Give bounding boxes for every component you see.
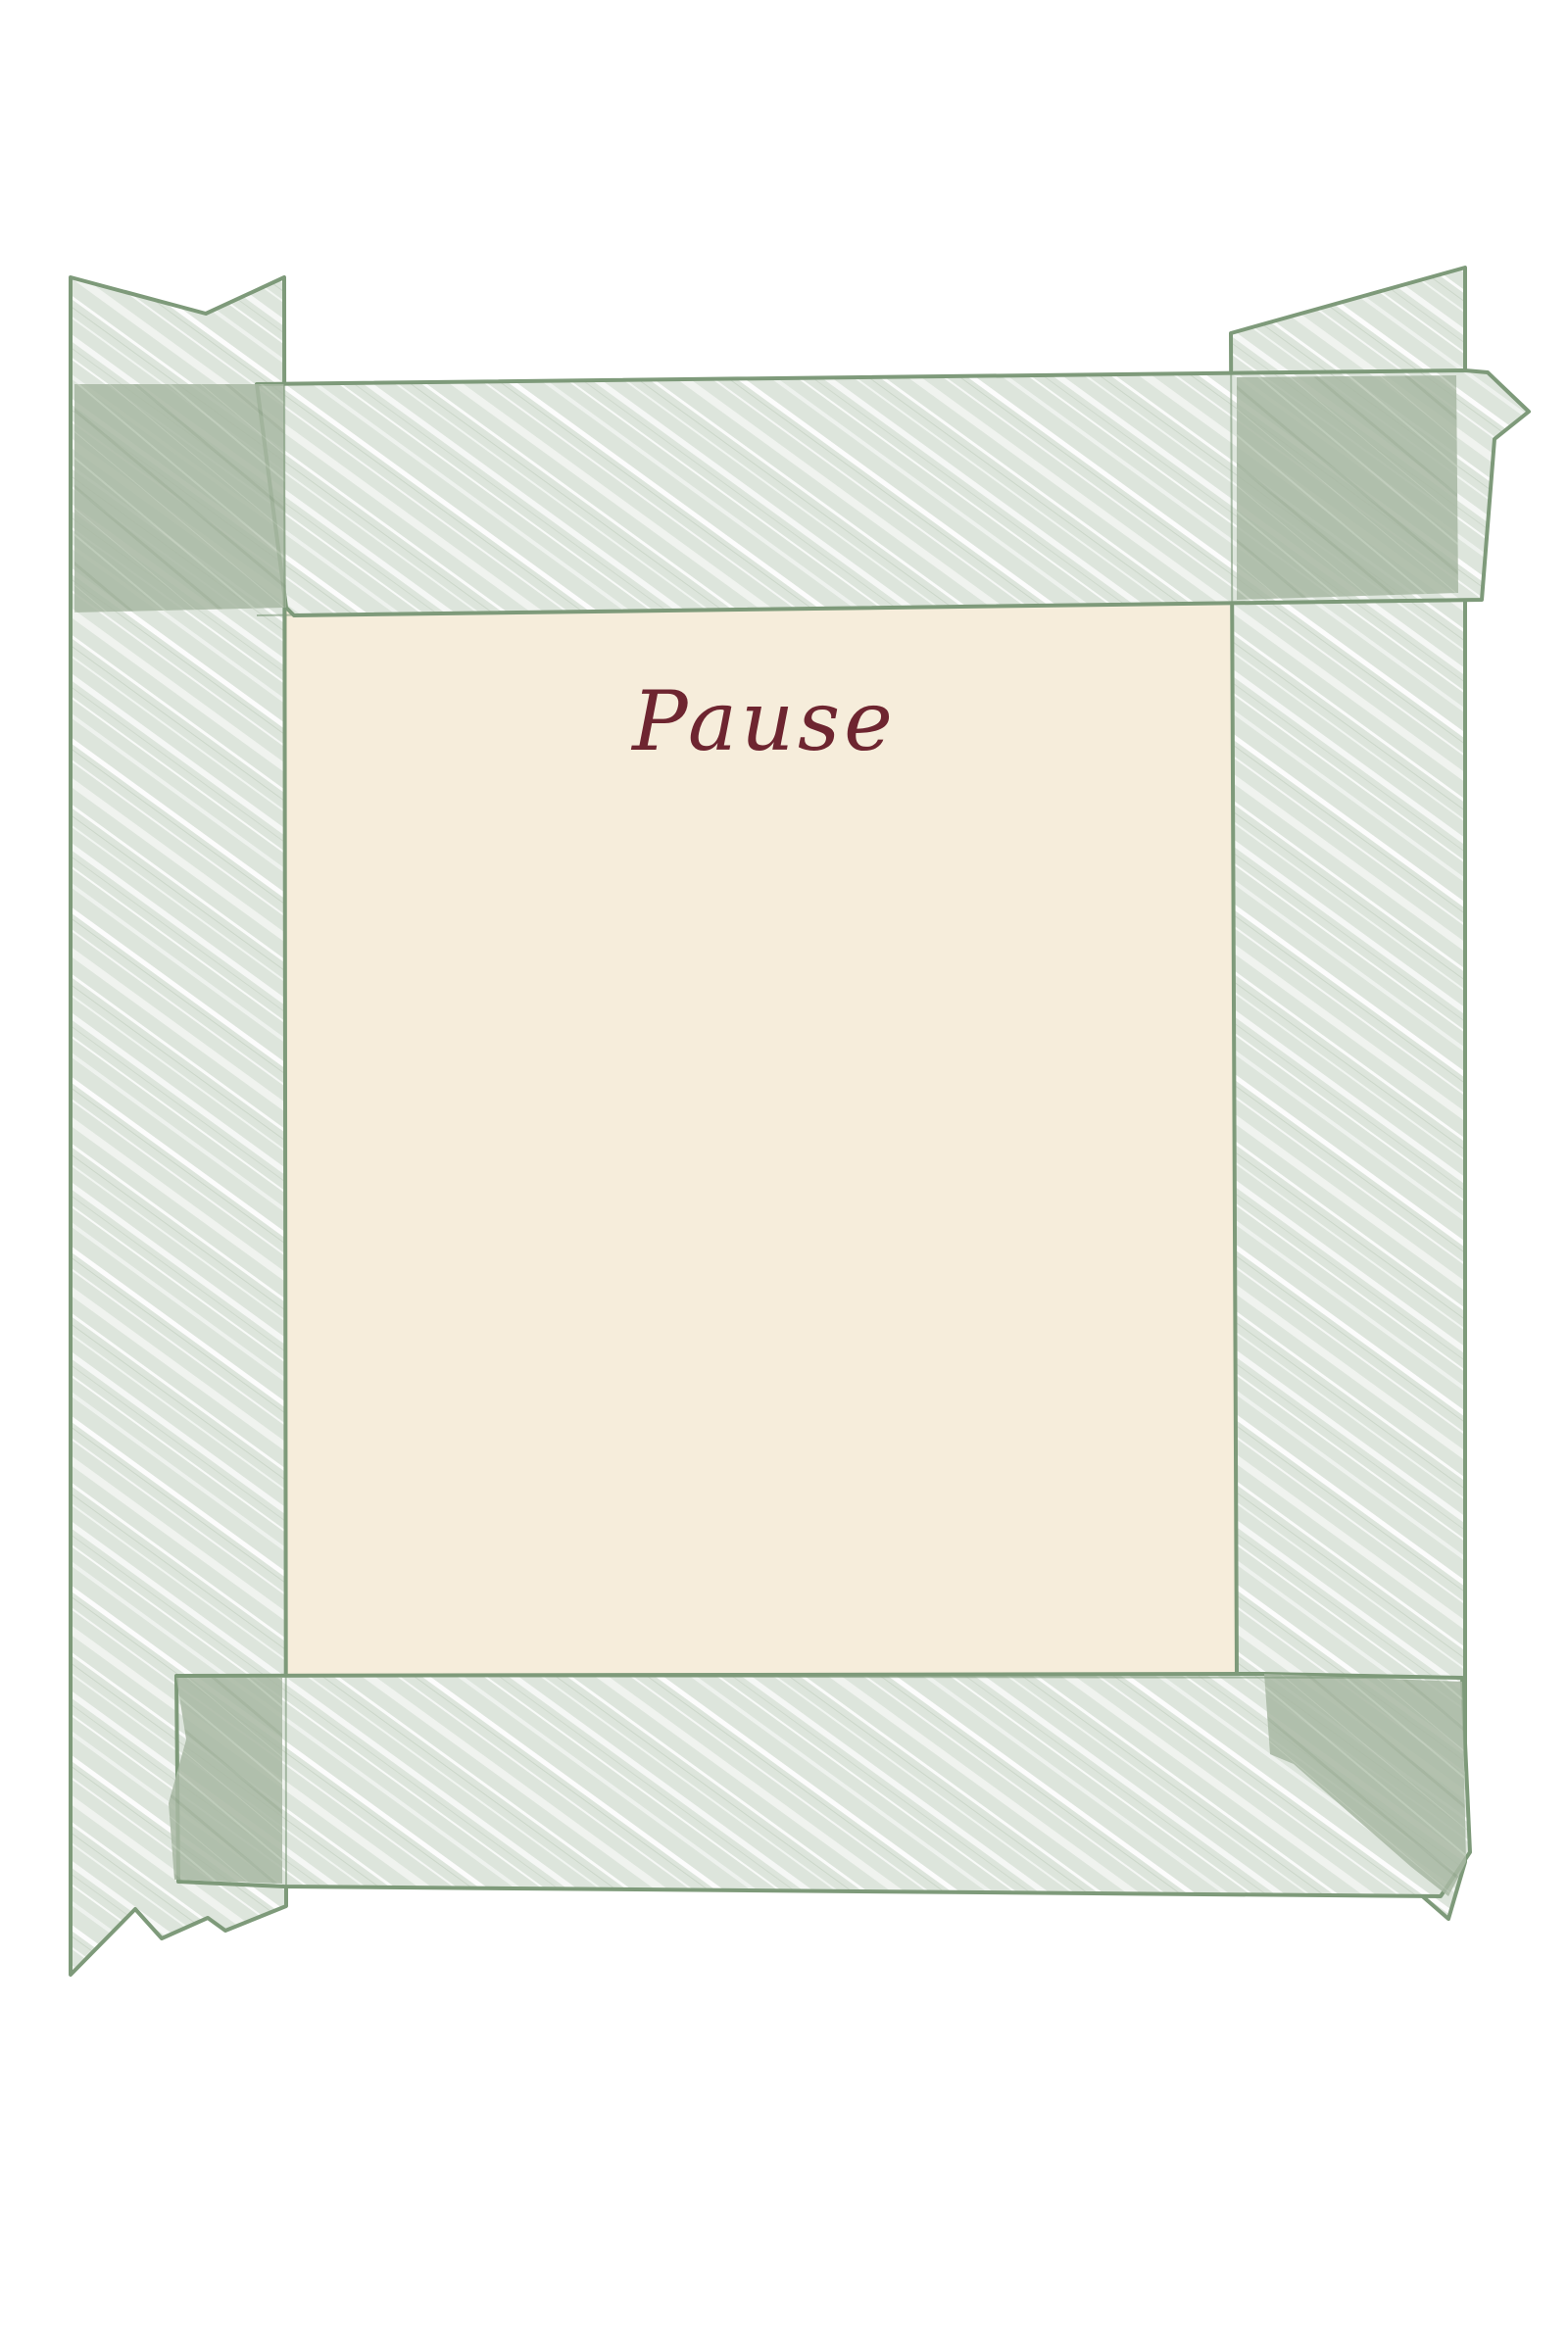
- note-title: Pause: [630, 673, 897, 769]
- pause-note-scene: Pause: [69, 266, 1531, 1977]
- tape-overlap-patch-top-left: [74, 384, 286, 612]
- tape-overlap-patch-bottom-left: [169, 1678, 282, 1884]
- tape-overlap-patch-top-right: [1237, 375, 1458, 600]
